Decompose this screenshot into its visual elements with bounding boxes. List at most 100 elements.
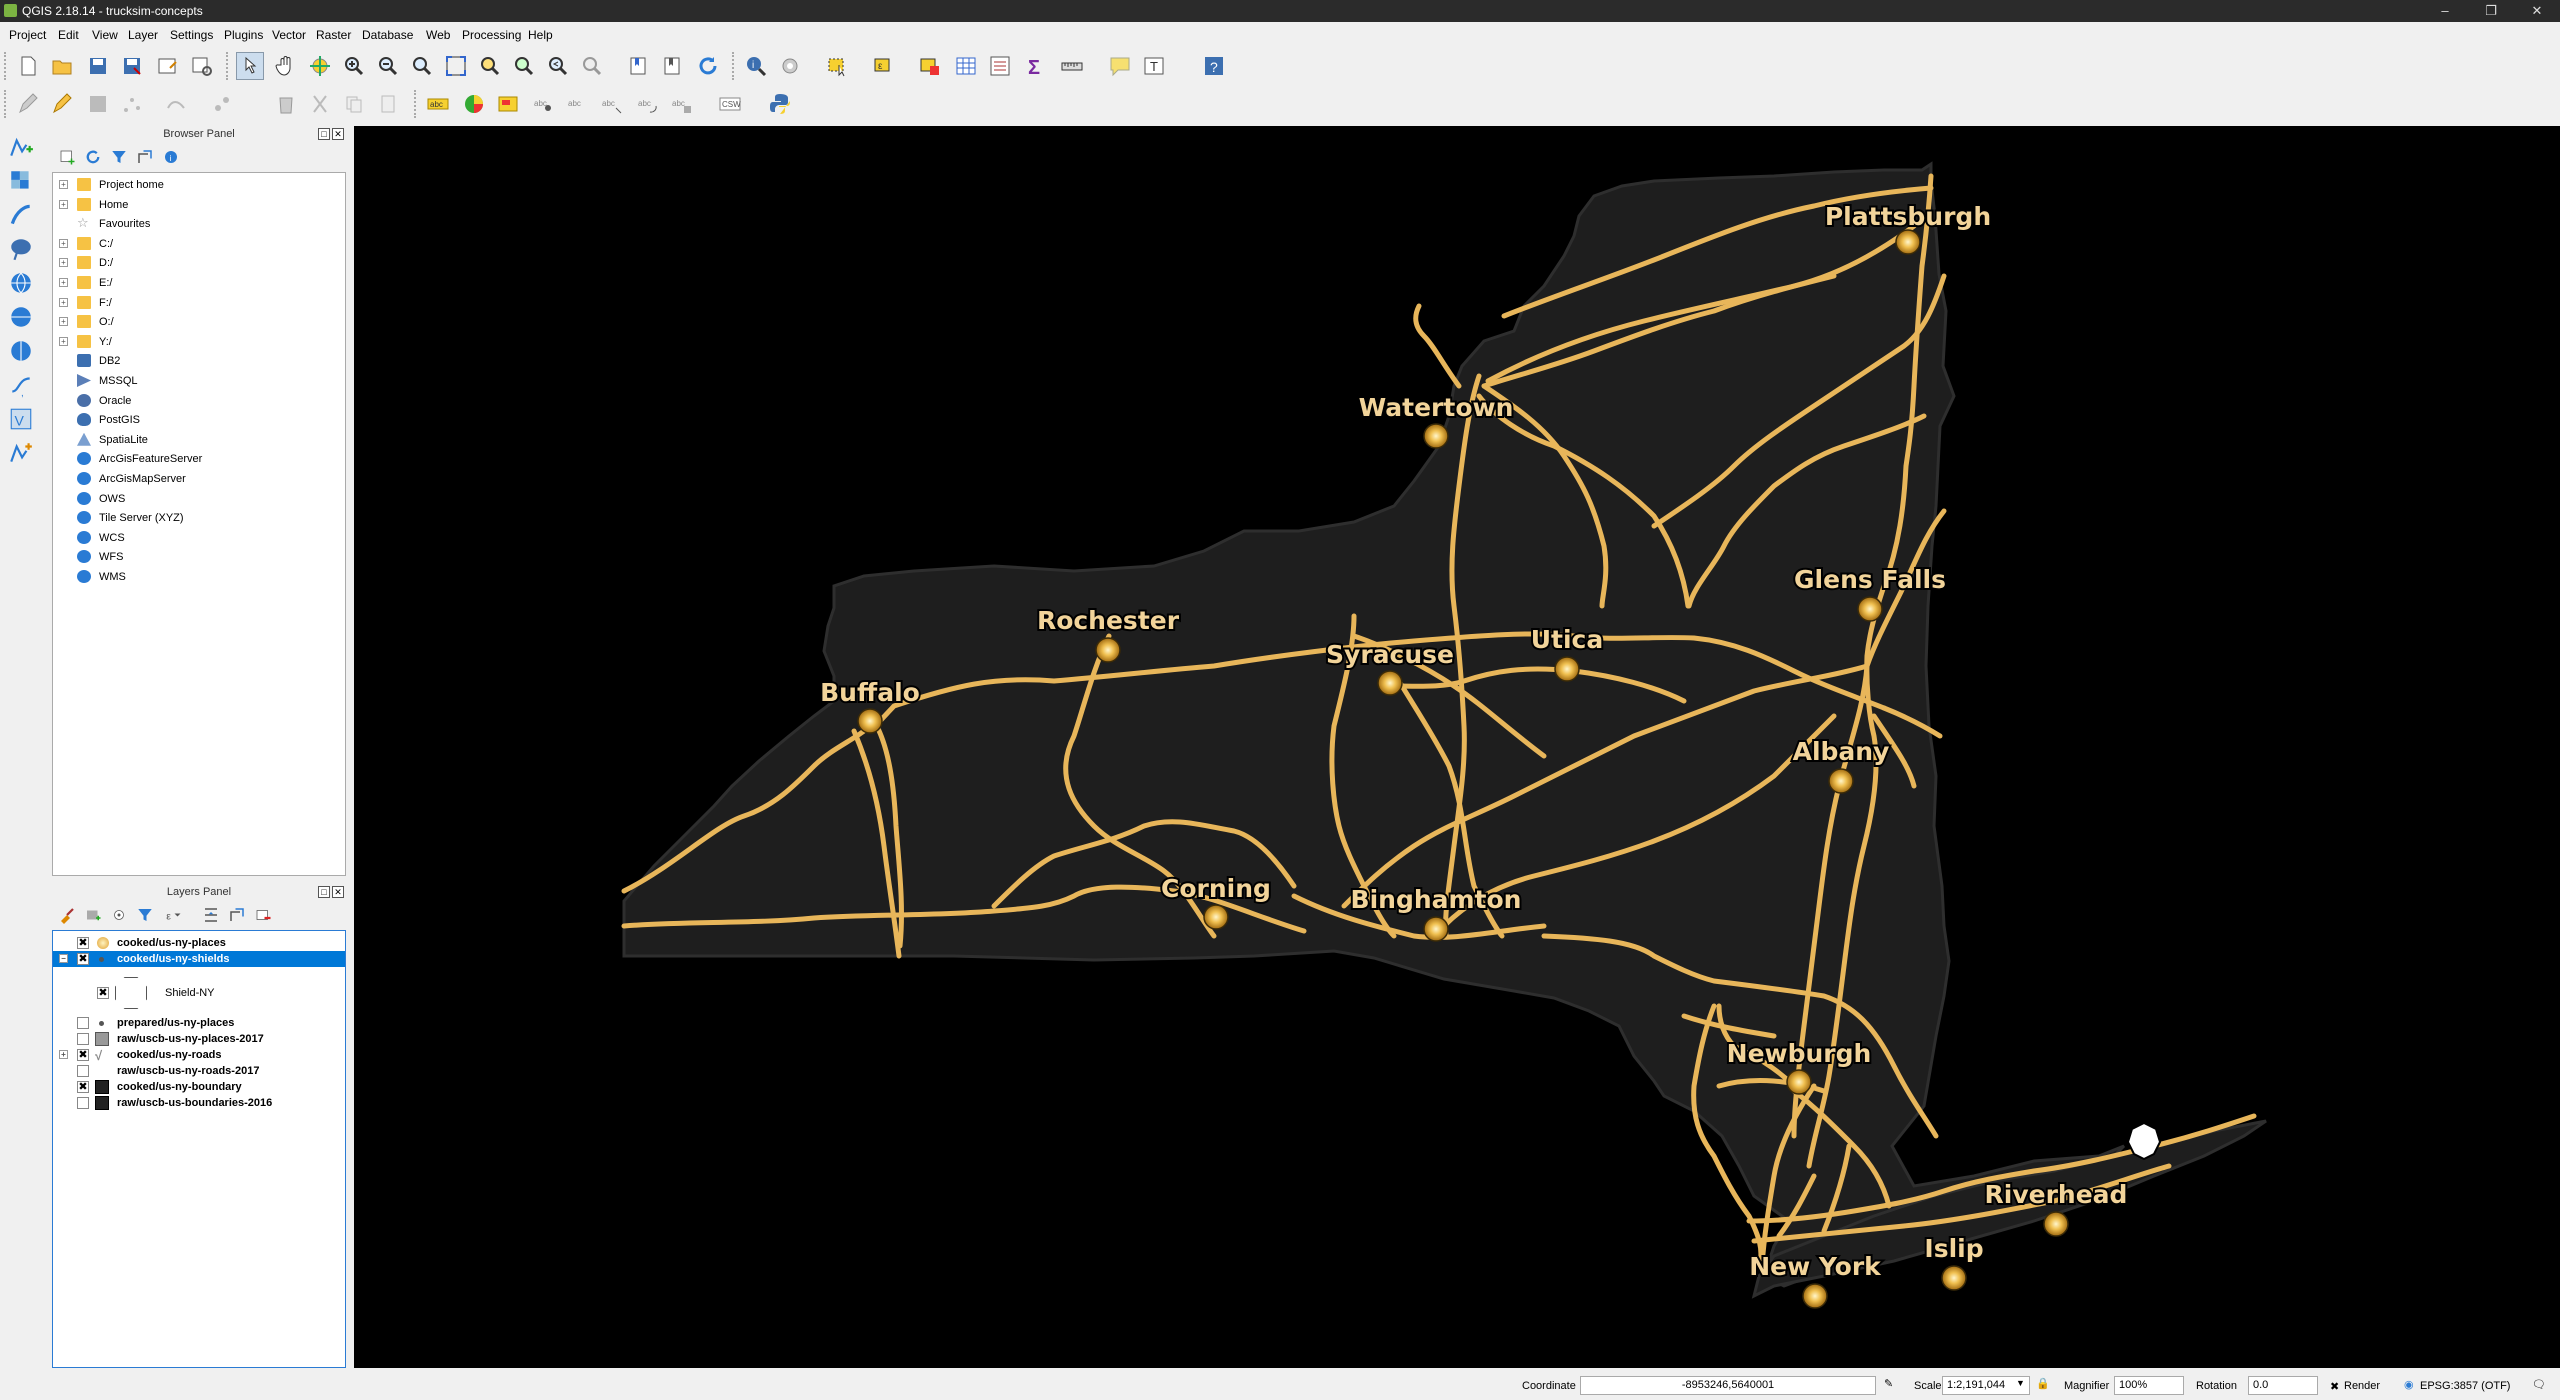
- browser-item[interactable]: WFS: [53, 549, 345, 565]
- show-bookmarks-icon[interactable]: [658, 52, 686, 80]
- layer-visibility-checkbox[interactable]: ✖: [97, 987, 109, 999]
- deselect-all-icon[interactable]: [916, 52, 944, 80]
- menu-edit[interactable]: Edit: [58, 28, 79, 42]
- expand-icon[interactable]: +: [59, 1050, 68, 1059]
- pan-map-icon[interactable]: [272, 52, 300, 80]
- rotate-label-icon[interactable]: abc: [634, 90, 662, 118]
- layer-item[interactable]: ✖ cooked/us-ny-boundary: [53, 1079, 345, 1095]
- browser-item[interactable]: ArcGisMapServer: [53, 471, 345, 487]
- filter-legend-icon[interactable]: [134, 904, 156, 926]
- extents-toggle-icon[interactable]: ✎: [1884, 1377, 1893, 1390]
- menu-project[interactable]: Project: [9, 28, 46, 42]
- close-panel-button[interactable]: ✕: [332, 128, 344, 140]
- browser-item[interactable]: + Home: [53, 197, 345, 213]
- paste-features-icon[interactable]: [374, 90, 402, 118]
- new-bookmark-icon[interactable]: [624, 52, 652, 80]
- refresh-icon[interactable]: [694, 52, 722, 80]
- current-edits-icon[interactable]: [14, 90, 42, 118]
- crs-globe-icon[interactable]: ◉: [2404, 1378, 2414, 1391]
- open-project-icon[interactable]: [48, 52, 76, 80]
- layer-visibility-checkbox[interactable]: [77, 1097, 89, 1109]
- node-tool-icon[interactable]: [208, 90, 236, 118]
- layer-item[interactable]: − ✖ cooked/us-ny-shields: [53, 951, 345, 967]
- select-features-icon[interactable]: [824, 52, 852, 80]
- lock-scale-icon[interactable]: 🔒: [2036, 1377, 2050, 1390]
- menu-view[interactable]: View: [92, 28, 118, 42]
- expand-icon[interactable]: +: [59, 199, 68, 209]
- expand-icon[interactable]: +: [59, 180, 68, 189]
- close-window-button[interactable]: ✕: [2514, 0, 2560, 22]
- text-annotation-icon[interactable]: T: [1140, 52, 1168, 80]
- field-calculator-icon[interactable]: [986, 52, 1014, 80]
- browser-item[interactable]: PostGIS: [53, 412, 345, 428]
- magnifier-spinbox[interactable]: 100%: [2114, 1376, 2184, 1395]
- save-as-icon[interactable]: [118, 52, 146, 80]
- menu-database[interactable]: Database: [362, 28, 413, 42]
- maximize-button[interactable]: ❐: [2468, 0, 2514, 22]
- filter-by-expression-icon[interactable]: ε: [162, 904, 184, 926]
- map-canvas[interactable]: Plattsburgh Watertown Glens Falls Rochester…: [354, 126, 2560, 1368]
- browser-item[interactable]: OWS: [53, 491, 345, 507]
- attribute-table-icon[interactable]: [952, 52, 980, 80]
- pin-labels-icon[interactable]: abc: [530, 90, 558, 118]
- show-hide-labels-icon[interactable]: abc: [564, 90, 592, 118]
- properties-info-icon[interactable]: i: [160, 146, 182, 168]
- layer-visibility-checkbox[interactable]: [77, 1033, 89, 1045]
- zoom-in-icon[interactable]: [340, 52, 368, 80]
- add-vector-layer-icon[interactable]: [6, 132, 36, 162]
- browser-item[interactable]: SpatiaLite: [53, 432, 345, 448]
- browser-item[interactable]: + D:/: [53, 255, 345, 271]
- close-panel-button[interactable]: ✕: [332, 886, 344, 898]
- add-delimited-text-layer-icon[interactable]: ,: [6, 370, 36, 400]
- float-panel-button[interactable]: □: [318, 128, 330, 140]
- zoom-out-icon[interactable]: [374, 52, 402, 80]
- collapse-all-icon[interactable]: [134, 146, 156, 168]
- rotation-spinbox[interactable]: 0.0: [2248, 1376, 2318, 1395]
- new-shapefile-layer-icon[interactable]: [6, 438, 36, 468]
- manage-map-themes-icon[interactable]: [108, 904, 130, 926]
- delete-selected-icon[interactable]: [272, 90, 300, 118]
- browser-item[interactable]: Tile Server (XYZ): [53, 510, 345, 526]
- zoom-to-layer-icon[interactable]: [510, 52, 538, 80]
- layer-visibility-checkbox[interactable]: [77, 1017, 89, 1029]
- pan-touch-icon[interactable]: [236, 52, 264, 80]
- browser-item[interactable]: + C:/: [53, 236, 345, 252]
- add-postgis-layer-icon[interactable]: [6, 234, 36, 264]
- save-project-icon[interactable]: [84, 52, 112, 80]
- messages-icon[interactable]: 🗨: [2532, 1378, 2546, 1391]
- help-contents-icon[interactable]: ?: [1200, 52, 1228, 80]
- browser-item[interactable]: DB2: [53, 353, 345, 369]
- composer-manager-icon[interactable]: [188, 52, 216, 80]
- python-console-icon[interactable]: [766, 90, 794, 118]
- identify-features-icon[interactable]: i: [742, 52, 770, 80]
- browser-item[interactable]: + Project home: [53, 177, 345, 193]
- browser-item[interactable]: Oracle: [53, 393, 345, 409]
- save-layer-edits-icon[interactable]: [84, 90, 112, 118]
- expand-icon[interactable]: +: [59, 297, 68, 307]
- zoom-full-icon[interactable]: [442, 52, 470, 80]
- legend-symbol-item[interactable]: ✖ Shield-NY: [53, 975, 345, 1011]
- menu-settings[interactable]: Settings: [170, 28, 213, 42]
- add-selected-layers-icon[interactable]: [56, 146, 78, 168]
- add-feature-icon[interactable]: [118, 90, 146, 118]
- expand-icon[interactable]: +: [59, 317, 68, 327]
- collapse-all-layers-icon[interactable]: [226, 904, 248, 926]
- browser-item[interactable]: WMS: [53, 569, 345, 585]
- styling-panel-icon[interactable]: [56, 904, 78, 926]
- layer-item[interactable]: + ✖ √ cooked/us-ny-roads: [53, 1047, 345, 1063]
- menu-raster[interactable]: Raster: [316, 28, 351, 42]
- layer-visibility-checkbox[interactable]: ✖: [77, 1081, 89, 1093]
- layer-item[interactable]: raw/uscb-us-ny-roads-2017: [53, 1063, 345, 1079]
- menu-plugins[interactable]: Plugins: [224, 28, 263, 42]
- layer-visibility-checkbox[interactable]: ✖: [77, 953, 89, 965]
- crs-status[interactable]: EPSG:3857 (OTF): [2420, 1380, 2510, 1392]
- add-virtual-layer-icon[interactable]: V: [6, 404, 36, 434]
- menu-web[interactable]: Web: [426, 28, 450, 42]
- select-by-expression-icon[interactable]: ε: [870, 52, 898, 80]
- new-print-composer-icon[interactable]: [154, 52, 182, 80]
- add-wfs-layer-icon[interactable]: [6, 336, 36, 366]
- expand-icon[interactable]: −: [59, 954, 68, 963]
- render-checkbox[interactable]: ✖: [2330, 1380, 2339, 1393]
- add-wcs-layer-icon[interactable]: [6, 302, 36, 332]
- pan-to-selection-icon[interactable]: [306, 52, 334, 80]
